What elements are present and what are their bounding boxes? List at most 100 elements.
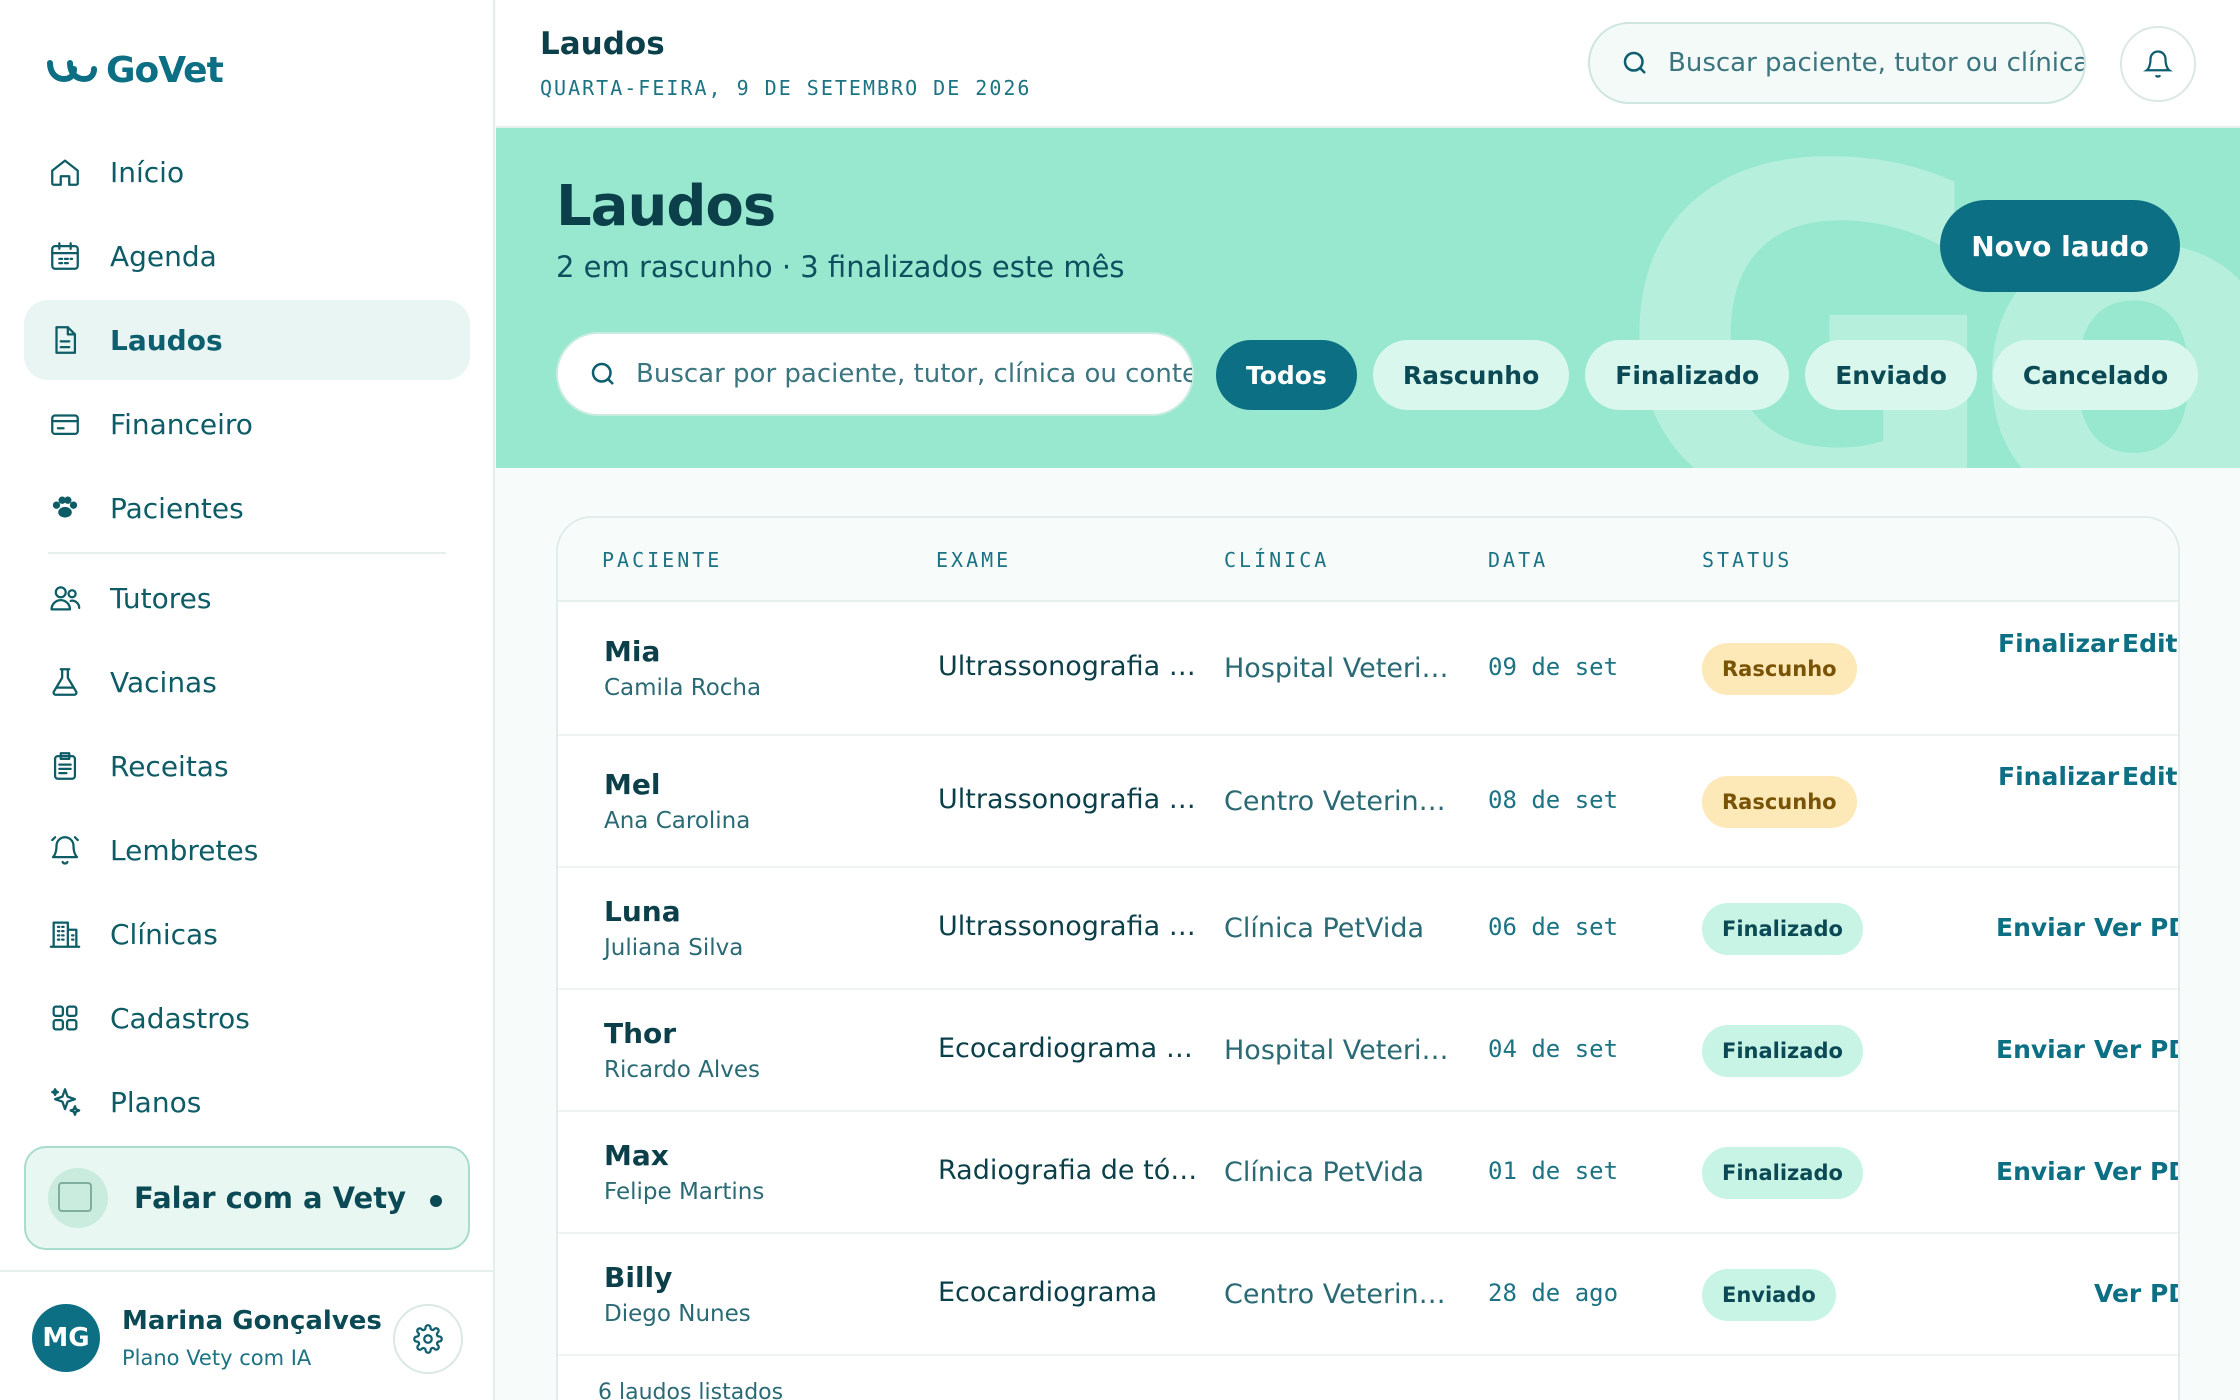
report-search[interactable] <box>556 332 1194 416</box>
sidebar-item-cadastros[interactable]: Cadastros <box>24 978 470 1058</box>
col-header-date[interactable]: DATA <box>1488 548 1548 572</box>
user-avatar[interactable]: MG <box>32 1304 100 1372</box>
online-dot-icon <box>430 1195 442 1207</box>
view-pdf-button[interactable]: Ver PDF <box>2094 1157 2178 1186</box>
table-row[interactable]: Thor Ricardo Alves Ecocardiograma completo… <box>558 990 2178 1112</box>
exam-name: Ultrassonografia abdominal <box>938 911 1198 942</box>
current-date: QUARTA-FEIRA, 9 DE SETEMBRO DE 2026 <box>540 76 1032 100</box>
search-icon <box>591 362 614 385</box>
finalize-button[interactable]: Finalizar <box>1998 629 2119 658</box>
col-header-patient[interactable]: PACIENTE <box>602 548 722 572</box>
table-row[interactable]: Max Felipe Martins Radiografia de tórax Clí… <box>558 1112 2178 1234</box>
bell-icon <box>2143 50 2173 78</box>
tutor-name: Ricardo Alves <box>604 1057 761 1083</box>
filter-chip-finalizado[interactable]: Finalizado <box>1585 340 1790 410</box>
sidebar-item-tutores[interactable]: Tutores <box>24 558 470 638</box>
col-header-exam[interactable]: EXAME <box>936 548 1011 572</box>
tutor-name: Camila Rocha <box>604 675 762 701</box>
report-date: 09 de set <box>1488 653 1619 681</box>
sparkles-icon <box>51 1088 81 1116</box>
edit-button[interactable]: Editar <box>2122 762 2178 791</box>
page-title: Laudos <box>540 26 665 62</box>
sidebar-item-label: Início <box>110 155 185 189</box>
filter-chip-enviado[interactable]: Enviado <box>1805 340 1977 410</box>
grid-icon <box>52 1005 78 1031</box>
status-badge: Rascunho <box>1702 776 1857 828</box>
sidebar-item-label: Cadastros <box>110 1001 250 1035</box>
filter-chip-rascunho[interactable]: Rascunho <box>1372 340 1570 410</box>
status-badge: Rascunho <box>1702 643 1857 695</box>
sidebar-item-financeiro[interactable]: Financeiro <box>24 384 470 464</box>
document-icon <box>55 326 77 354</box>
table-row[interactable]: Luna Juliana Silva Ultrassonografia abdomi… <box>558 868 2178 990</box>
clinic-name: Clínica PetVida <box>1224 913 1425 944</box>
status-badge: Finalizado <box>1702 1147 1863 1199</box>
talk-to-vety-button[interactable]: Falar com a Vety <box>24 1146 470 1250</box>
sidebar-item-lembretes[interactable]: Lembretes <box>24 810 470 890</box>
tutor-name: Diego Nunes <box>604 1301 751 1327</box>
report-search-input[interactable] <box>636 359 1192 389</box>
flask-icon <box>52 668 78 696</box>
notifications-button[interactable] <box>2120 26 2196 102</box>
new-report-button[interactable]: Novo laudo <box>1940 200 2180 292</box>
view-pdf-button[interactable]: Ver PDF <box>2094 913 2178 942</box>
col-header-clinic[interactable]: CLÍNICA <box>1224 548 1329 572</box>
brand-logo[interactable]: GoVet <box>46 50 224 91</box>
sidebar-item-label: Lembretes <box>110 833 259 867</box>
search-icon <box>1623 51 1646 74</box>
filter-chip-cancelado[interactable]: Cancelado <box>1992 340 2199 410</box>
sidebar-item-label: Pacientes <box>110 491 244 525</box>
sidebar-item-laudos[interactable]: Laudos <box>24 300 470 380</box>
send-button[interactable]: Enviar <box>1996 913 2085 942</box>
section-summary: 2 em rascunho · 3 finalizados este mês <box>556 250 1125 284</box>
patient-name[interactable]: Thor <box>604 1017 676 1050</box>
sidebar-item-pacientes[interactable]: Pacientes <box>24 468 470 548</box>
sidebar-item-label: Vacinas <box>110 665 217 699</box>
report-date: 01 de set <box>1488 1157 1619 1185</box>
sidebar-item-vacinas[interactable]: Vacinas <box>24 642 470 722</box>
calendar-icon <box>51 242 79 270</box>
brand-watermark: Go <box>1616 128 2240 468</box>
table-header: PACIENTE EXAME CLÍNICA DATA STATUS <box>558 518 2178 602</box>
clinic-name: Hospital Veterinário <box>1224 653 1460 684</box>
patient-name[interactable]: Mia <box>604 635 660 668</box>
page-header: Go Laudos 2 em rascunho · 3 finalizados … <box>496 128 2240 468</box>
reports-table: PACIENTE EXAME CLÍNICA DATA STATUS Mia Ca… <box>556 516 2180 1400</box>
patient-name[interactable]: Billy <box>604 1261 672 1294</box>
vety-label: Falar com a Vety <box>134 1181 406 1215</box>
exam-name: Ecocardiograma <box>938 1277 1158 1308</box>
settings-button[interactable] <box>393 1304 463 1374</box>
sidebar: GoVet Início Agenda Laudos Financeiro Pacien… <box>0 0 495 1400</box>
exam-name: Ultrassonografia de abdome <box>938 651 1198 682</box>
global-search-input[interactable] <box>1668 48 2084 78</box>
sidebar-item-label: Agenda <box>110 239 217 273</box>
sidebar-item-label: Planos <box>110 1085 202 1119</box>
sidebar-item-receitas[interactable]: Receitas <box>24 726 470 806</box>
patient-name[interactable]: Luna <box>604 895 681 928</box>
sidebar-item-inicio[interactable]: Início <box>24 132 470 212</box>
send-button[interactable]: Enviar <box>1996 1157 2085 1186</box>
table-row[interactable]: Mia Camila Rocha Ultrassonografia de abdom… <box>558 602 2178 736</box>
report-date: 08 de set <box>1488 786 1619 814</box>
exam-name: Ultrassonografia abdominal <box>938 784 1198 815</box>
patient-name[interactable]: Mel <box>604 768 660 801</box>
sidebar-item-clinicas[interactable]: Clínicas <box>24 894 470 974</box>
global-search[interactable] <box>1588 22 2086 104</box>
sidebar-item-planos[interactable]: Planos <box>24 1062 470 1142</box>
view-pdf-button[interactable]: Ver PDF <box>2094 1279 2178 1308</box>
report-date: 28 de ago <box>1488 1279 1619 1307</box>
table-row[interactable]: Mel Ana Carolina Ultrassonografia abdomina… <box>558 736 2178 868</box>
sidebar-item-agenda[interactable]: Agenda <box>24 216 470 296</box>
edit-button[interactable]: Editar <box>2122 629 2178 658</box>
filter-chip-todos[interactable]: Todos <box>1216 340 1357 410</box>
patient-name[interactable]: Max <box>604 1139 669 1172</box>
send-button[interactable]: Enviar <box>1996 1035 2085 1064</box>
vety-avatar <box>48 1168 108 1228</box>
view-pdf-button[interactable]: Ver PDF <box>2094 1035 2178 1064</box>
col-header-status[interactable]: STATUS <box>1702 548 1792 572</box>
paw-icon <box>52 496 78 518</box>
table-row[interactable]: Billy Diego Nunes Ecocardiograma Centro Vet… <box>558 1234 2178 1356</box>
topbar: Laudos QUARTA-FEIRA, 9 DE SETEMBRO DE 20… <box>496 0 2240 128</box>
finalize-button[interactable]: Finalizar <box>1998 762 2119 791</box>
bell-ring-icon <box>51 836 79 865</box>
